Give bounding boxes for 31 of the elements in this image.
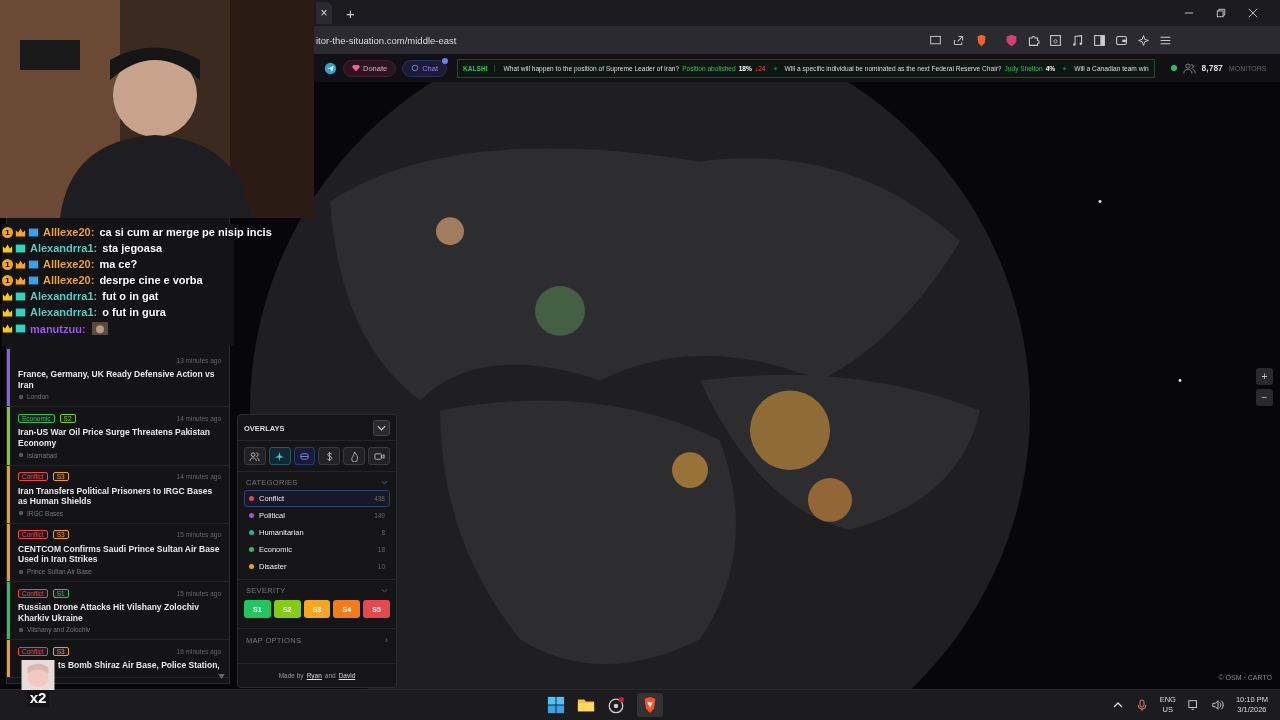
music-icon[interactable]: [1071, 33, 1084, 47]
restore-icon[interactable]: [1216, 8, 1226, 18]
url-text: itor-the-situation.com/middle-east: [316, 34, 457, 46]
new-tab-button[interactable]: +: [342, 4, 359, 22]
puzzle-icon[interactable]: [1027, 33, 1040, 47]
separator-dot: [773, 66, 777, 70]
browser-tab[interactable]: ×: [316, 2, 332, 24]
cast-icon[interactable]: [929, 33, 942, 47]
sparkle-icon[interactable]: [1137, 33, 1150, 47]
wallet-icon[interactable]: [1115, 33, 1128, 47]
window-search-icon[interactable]: [1049, 33, 1062, 47]
shield-icon[interactable]: [1005, 33, 1018, 47]
monitor-count: 8,787: [1201, 63, 1223, 73]
speaker-icon[interactable]: [1211, 699, 1224, 711]
send-icon[interactable]: [324, 61, 337, 75]
people-icon: [1182, 61, 1196, 75]
record-app-icon[interactable]: [606, 696, 625, 714]
separator-dot: [1063, 66, 1067, 70]
network-icon[interactable]: [1187, 699, 1200, 711]
notification-dot: [442, 57, 449, 64]
emote-count: x2: [26, 690, 50, 707]
share-icon[interactable]: [952, 33, 965, 47]
browser-taskbar-button[interactable]: [636, 693, 663, 717]
live-dot: [1170, 65, 1177, 71]
close-icon[interactable]: [1248, 8, 1258, 18]
sidebar-icon[interactable]: [1093, 33, 1106, 47]
chat-bubble-icon: [411, 64, 420, 72]
windows-icon[interactable]: [546, 696, 565, 714]
microphone-icon[interactable]: [1135, 699, 1148, 711]
tab-close-button[interactable]: ×: [320, 6, 328, 20]
heart-icon: [352, 64, 360, 72]
